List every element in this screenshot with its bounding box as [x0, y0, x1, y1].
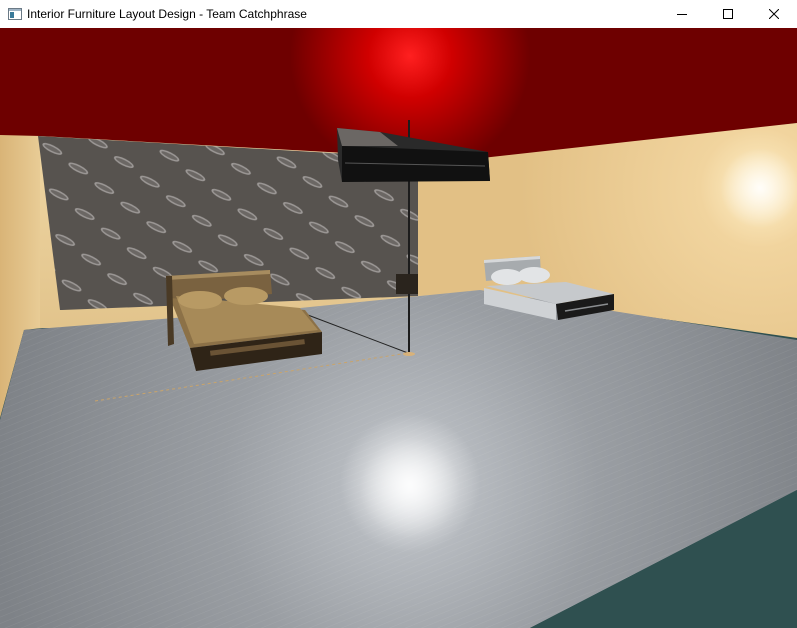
window-title: Interior Furniture Layout Design - Team … [27, 7, 307, 21]
window-controls [659, 0, 797, 28]
3d-viewport[interactable] [0, 28, 797, 628]
wall-light [720, 148, 797, 228]
close-icon [769, 9, 779, 19]
maximize-icon [723, 9, 733, 19]
floor-reflection [340, 413, 480, 553]
maximize-button[interactable] [705, 0, 751, 28]
room-scene [0, 28, 797, 628]
minimize-icon [677, 14, 687, 15]
lamp-box [396, 274, 418, 294]
title-bar[interactable]: Interior Furniture Layout Design - Team … [0, 0, 797, 28]
app-window: Interior Furniture Layout Design - Team … [0, 0, 797, 628]
minimize-button[interactable] [659, 0, 705, 28]
close-button[interactable] [751, 0, 797, 28]
app-window-icon [7, 6, 23, 22]
